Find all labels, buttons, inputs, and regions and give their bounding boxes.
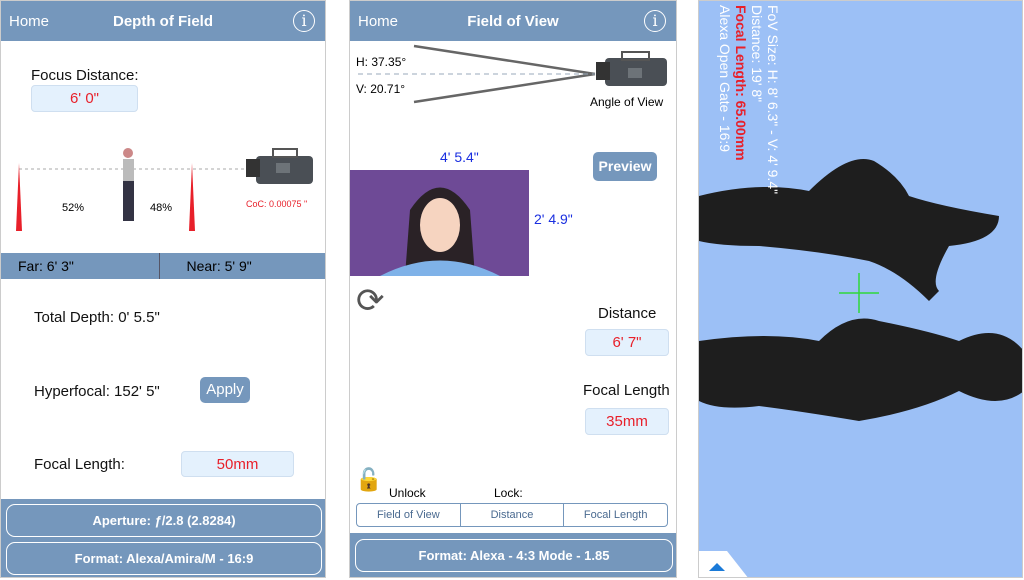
dof-diagram xyxy=(16,148,313,231)
coc-value: CoC: 0.00075 " xyxy=(246,199,308,209)
frame-preview-image xyxy=(350,170,529,276)
field-of-view-screen: Home Field of View i H: 37.35° V: 20.71°… xyxy=(349,0,677,578)
hyperfocal: Hyperfocal: 152' 5" xyxy=(34,383,160,400)
fov-preview-screen: FoV Size: H: 8' 6.3" - V: 4' 9.4" Distan… xyxy=(698,0,1023,578)
camera-icon xyxy=(596,51,667,86)
lock-option-field-of-view[interactable]: Field of View xyxy=(357,504,461,526)
format-button[interactable]: Format: Alexa - 4:3 Mode - 1.85 xyxy=(355,539,673,572)
frame-height: 2' 4.9" xyxy=(534,211,573,227)
bottom-bar: Aperture: ƒ/2.8 (2.8284) Format: Alexa/A… xyxy=(1,499,325,577)
frame-width: 4' 5.4" xyxy=(440,149,479,165)
focus-distance-label: Focus Distance: xyxy=(31,67,139,84)
preview-focal-length: Focal Length: 65.00mm xyxy=(733,5,749,161)
focus-distance-field[interactable]: 6' 0" xyxy=(31,85,138,112)
face-illustration xyxy=(380,187,500,276)
distance-field[interactable]: 6' 7" xyxy=(585,329,669,356)
lock-label: Lock: xyxy=(494,486,523,500)
focal-length-label: Focal Length xyxy=(583,382,670,399)
far-value: Far: 6' 3" xyxy=(1,253,160,279)
far-percent: 52% xyxy=(62,202,85,214)
apply-button[interactable]: Apply xyxy=(200,377,250,403)
aperture-button[interactable]: Aperture: ƒ/2.8 (2.8284) xyxy=(6,504,322,537)
camera-icon xyxy=(246,148,313,184)
person-icon xyxy=(123,148,134,221)
silhouette-bottom xyxy=(699,318,1022,421)
near-value: Near: 5' 9" xyxy=(186,258,252,274)
total-depth: Total Depth: 0' 5.5" xyxy=(34,309,160,326)
lock-segmented-control: Field of View Distance Focal Length xyxy=(356,503,668,527)
unlock-icon[interactable]: 🔓 xyxy=(355,467,382,493)
bottom-bar: Format: Alexa - 4:3 Mode - 1.85 xyxy=(350,533,676,577)
overlay-info: FoV Size: H: 8' 6.3" - V: 4' 9.4" Distan… xyxy=(717,5,781,194)
focal-length-label: Focal Length: xyxy=(34,456,125,473)
near-percent: 48% xyxy=(150,202,173,214)
nav-bar: Home Field of View i xyxy=(350,1,676,41)
rotate-icon[interactable]: ⟳ xyxy=(356,281,385,321)
distance-label: Distance xyxy=(598,305,657,322)
info-icon[interactable]: i xyxy=(293,10,315,32)
focal-length-field[interactable]: 35mm xyxy=(585,408,669,435)
crosshair-icon xyxy=(839,273,879,313)
info-icon[interactable]: i xyxy=(644,10,666,32)
format-button[interactable]: Format: Alexa/Amira/M - 16:9 xyxy=(6,542,322,575)
fov-size: FoV Size: H: 8' 6.3" - V: 4' 9.4" xyxy=(765,5,781,195)
preview-button[interactable]: Preview xyxy=(593,152,657,181)
preview-distance: Distance: 19' 8" xyxy=(749,5,765,103)
horizontal-angle: H: 37.35° xyxy=(356,55,407,69)
unlock-label: Unlock xyxy=(389,486,426,500)
depth-of-field-screen: Home Depth of Field i Focus Distance: 6'… xyxy=(0,0,326,578)
focal-length-field[interactable]: 50mm xyxy=(181,451,294,477)
preview-format: Alexa Open Gate - 16:9 xyxy=(717,5,733,153)
angle-of-view-label: Angle of View xyxy=(590,95,664,109)
page-title: Field of View xyxy=(467,13,559,30)
near-marker-icon xyxy=(189,163,195,231)
lock-option-focal-length[interactable]: Focal Length xyxy=(564,504,667,526)
expand-tab[interactable] xyxy=(699,549,749,578)
lock-option-distance[interactable]: Distance xyxy=(461,504,565,526)
nav-bar: Home Depth of Field i xyxy=(1,1,325,41)
far-marker-icon xyxy=(16,163,22,231)
far-near-bar: Far: 6' 3" Near: 5' 9" xyxy=(1,253,325,279)
page-title: Depth of Field xyxy=(113,13,213,30)
vertical-angle: V: 20.71° xyxy=(356,82,406,96)
